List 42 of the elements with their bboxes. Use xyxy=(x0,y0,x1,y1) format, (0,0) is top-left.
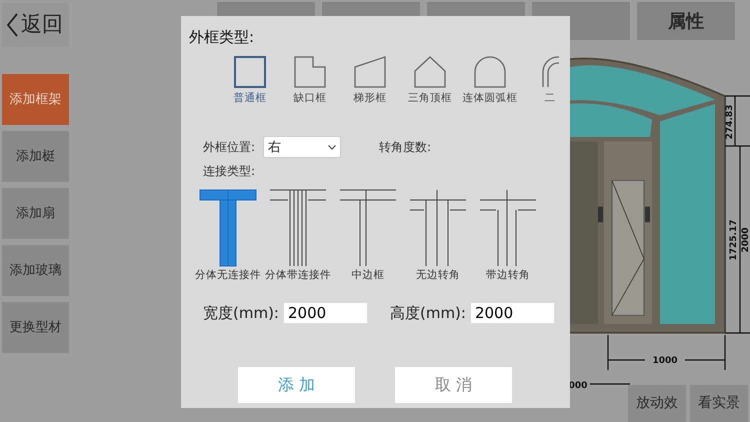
connection-type-label[interactable]: 无边转角 xyxy=(416,268,460,284)
frame-shape-icon[interactable] xyxy=(473,54,507,88)
height-input[interactable]: 2000 xyxy=(470,302,555,324)
frame-type-label[interactable]: 梯形框 xyxy=(354,90,386,106)
width-label: 宽度(mm): xyxy=(203,303,279,324)
connection-type-label[interactable]: 中边框 xyxy=(352,268,384,284)
frame-shape-icon[interactable] xyxy=(233,54,267,88)
connection-type-label[interactable]: 分体无连接件 xyxy=(195,268,261,284)
frame-shape-icon[interactable] xyxy=(541,54,559,88)
frame-type-label[interactable]: 二 xyxy=(544,90,556,106)
back-button[interactable]: 返回 xyxy=(2,3,69,47)
sidebar-button[interactable]: 添加扇 xyxy=(2,188,69,239)
dimension-label: 1000 xyxy=(652,356,678,366)
frame-type-label[interactable]: 缺口框 xyxy=(294,90,326,106)
chevron-left-icon xyxy=(6,13,18,37)
tab-button[interactable]: 属性 xyxy=(637,2,735,40)
position-label: 外框位置: xyxy=(203,139,256,156)
connection-type-label: 连接类型: xyxy=(203,163,256,180)
connection-type-label[interactable]: 带边转角 xyxy=(486,268,530,284)
angle-label: 转角度数: xyxy=(379,139,432,156)
frame-shape-icon[interactable] xyxy=(413,54,447,88)
frame-type-label[interactable]: 连体圆弧框 xyxy=(462,90,518,106)
sidebar-button[interactable]: 添加梃 xyxy=(2,131,69,182)
height-label: 高度(mm): xyxy=(390,303,466,324)
dimension-label: 274.83 xyxy=(725,104,735,140)
connection-type-label[interactable]: 分体带连接件 xyxy=(265,268,331,284)
sidebar-button[interactable]: 添加玻璃 xyxy=(2,245,69,296)
dialog-title: 外框类型: xyxy=(189,27,256,48)
chevron-down-icon xyxy=(328,144,336,150)
width-input[interactable]: 2000 xyxy=(282,302,368,324)
bottom-button[interactable]: 看实景 xyxy=(690,385,748,422)
frame-shape-icon[interactable] xyxy=(293,54,327,88)
dimension-label: 2000 xyxy=(741,227,750,253)
frame-type-label[interactable]: 三角顶框 xyxy=(408,90,452,106)
sidebar-button[interactable]: 更换型材 xyxy=(2,302,69,353)
sidebar-button[interactable]: 添加框架 xyxy=(2,74,69,125)
dimension-label: 1725.17 xyxy=(729,220,739,260)
position-select[interactable]: 右 xyxy=(263,136,342,158)
bottom-button[interactable]: 放动效 xyxy=(628,385,686,422)
dialog-button[interactable]: 取 消 xyxy=(395,366,512,402)
frame-shape-icon[interactable] xyxy=(353,54,387,88)
frame-type-label[interactable]: 普通框 xyxy=(234,90,266,106)
